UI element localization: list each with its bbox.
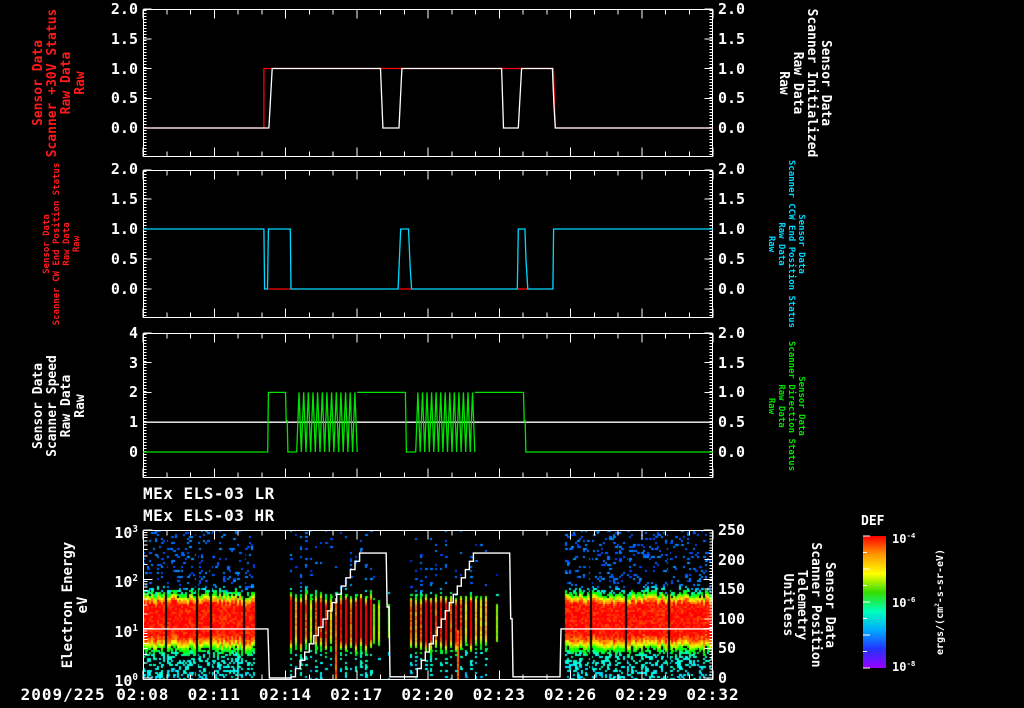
panel-4-right-axis-label-line-2: Telemetry [794,569,809,641]
panel-1-right-axis-label-line-2: Raw Data [790,51,805,115]
panel-3-plot [142,332,714,478]
panel-1-ytick-right-0.0: 0.0 [718,119,746,137]
panel-3-ytick-left-4: 4 [128,323,138,342]
x-axis-label-02:29: 02:29 [615,685,669,704]
panel-2-ytick-right-1.0: 1.0 [718,220,746,238]
panel-3-right-axis-label-line-0: Sensor Data [796,375,806,436]
panel-2-ytick-left-2.0: 2.0 [110,160,138,178]
panel-1-ytick-right-2.0: 2.0 [718,0,746,18]
panel-4-ytick-right-100: 100 [718,609,746,628]
panel-2-ytick-left-0.0: 0.0 [110,280,138,298]
panel-3-ytick-right-1.0: 1.0 [718,383,746,402]
panel-4-ytick-right-50: 50 [718,639,737,658]
panel-3-ytick-left-3: 3 [128,353,138,372]
panel-1-left-axis-label-line-2: Raw Data [59,51,74,115]
panel-4-left-axis-label: Electron Energy eV [60,541,91,669]
panel-3-ytick-right-2.0: 2.0 [718,323,746,342]
panel-1-right-axis-label-line-3: Raw [776,71,791,95]
colorbar-tick--4: 10-4 [892,531,916,546]
panel-4-ytick-10e3: 103 [114,524,138,542]
panel-2-ytick-right-1.5: 1.5 [718,190,746,208]
panel-4-left-axis-label-line-0: Electron Energy [60,541,76,669]
spectrogram-title-lr: MEx ELS-03 LR [143,484,275,503]
panel-1-ytick-left-1.5: 1.5 [110,29,138,48]
panel-1-ytick-left-0.5: 0.5 [110,89,138,108]
panel-1-ytick-right-1.5: 1.5 [718,29,746,48]
panel-2-ytick-right-0.0: 0.0 [718,280,746,298]
panel-3-ytick-left-0: 0 [128,443,138,461]
panel-1-ytick-left-1.0: 1.0 [110,59,138,78]
panel-3-ytick-right-1.5: 1.5 [718,353,746,372]
colorbar-tick--6: 10-6 [892,595,916,610]
x-axis-label-02:23: 02:23 [472,685,526,704]
panel-1-ytick-right-0.5: 0.5 [718,89,746,108]
panel-2-left-axis-label-line-2: Raw Data [62,222,72,266]
panel-1-left-axis-label-line-1: Scanner +30V Status [45,8,60,158]
x-axis-label-02:26: 02:26 [543,685,598,704]
panel-1-ytick-left-0.0: 0.0 [110,119,138,137]
x-axis-label-02:17: 02:17 [330,685,384,704]
panel-3-left-axis-label: Sensor Data Scanner Speed Raw Data Raw [31,354,88,457]
panel-2-left-axis-label: Sensor Data Scanner CW End Position Statu… [42,163,82,326]
panel-2-ytick-left-1.0: 1.0 [110,220,138,238]
panel-1-right-axis-label: Sensor Data Scanner Initialized Raw Data Ra… [776,8,833,158]
x-axis-first-label: 2009/225 02:08 [20,685,170,704]
spectrogram-title-hr: MEx ELS-03 HR [143,506,275,525]
panel-2-right-axis-label-line-1: Scanner CCW End Position Status [786,160,796,328]
panel-3-left-axis-label-line-2: Raw Data [59,374,74,437]
panel-2-ytick-left-1.5: 1.5 [110,190,138,208]
panel-3-left-axis-label-line-1: Scanner Speed [45,354,60,457]
panel-1-right-axis-label-line-1: Scanner Initialized [804,8,819,158]
panel-4-ytick-10e2: 102 [114,573,138,592]
panel-3-ytick-right-0.5: 0.5 [718,413,746,432]
panel-2-ytick-right-0.5: 0.5 [718,250,746,268]
colorbar-ticks [863,535,870,669]
panel-3-left-axis-label-line-0: Sensor Data [31,362,46,449]
panel-2-ytick-left-0.5: 0.5 [110,250,138,268]
panel-3-ytick-left-2: 2 [128,383,138,402]
panel-3-ytick-right-0.0: 0.0 [718,443,746,461]
panel-2-left-axis-label-line-1: Scanner CW End Position Status [52,162,62,326]
colorbar-tick--8: 10-8 [892,659,916,674]
panel-4-spectrogram-frame [142,529,714,680]
panel-2-right-axis-label-line-0: Sensor Data [796,214,806,274]
panel-2-left-axis-label-line-0: Sensor Data [42,214,52,274]
panel-1-ytick-right-1.0: 1.0 [718,59,746,78]
panel-4-ytick-right-0: 0 [718,669,728,687]
panel-1-left-axis-label: Sensor Data Scanner +30V Status Raw Data Ra… [31,8,88,158]
x-axis-label-02:14: 02:14 [258,685,313,704]
panel-4-right-axis-label: Sensor Data Scanner Position Telemetry Unit… [780,542,837,668]
panel-1-plot [142,8,714,157]
colorbar-title: DEF [861,514,885,529]
x-axis-label-02:32: 02:32 [686,685,740,704]
panel-4-left-axis-label-line-1: eV [75,596,91,614]
panel-1-right-axis-label-line-0: Sensor Data [818,39,833,127]
colorbar-unit-label: ergs/(cm2-s-sr-eV) [933,548,947,656]
panel-2-right-axis-label: Sensor Data Scanner CCW End Position Stat… [766,160,806,328]
panel-2-plot [142,169,714,318]
figure-root: MEx ELS-03 LR MEx ELS-03 HR 0.0 0.0 0.5 0.5… [0,0,1024,708]
panel-3-ytick-left-1: 1 [128,413,138,432]
panel-4-right-axis-label-line-3: Unitless [780,573,795,637]
panel-4-right-axis-label-line-1: Scanner Position [808,542,823,668]
panel-4-ytick-right-150: 150 [718,580,746,599]
panel-3-right-axis-label: Sensor Data Scanner Direction Status Raw D… [766,340,806,470]
panel-2-left-axis-label-line-3: Raw [72,235,82,253]
panel-2-ytick-right-2.0: 2.0 [718,160,746,178]
panel-3-right-axis-label-line-1: Scanner Direction Status [786,340,796,471]
panel-1-left-axis-label-line-0: Sensor Data [31,39,46,127]
panel-3-left-axis-label-line-3: Raw [73,393,88,418]
panel-2-right-axis-label-line-3: Raw [766,235,776,253]
panel-1-ytick-left-2.0: 2.0 [110,0,138,18]
panel-1-left-axis-label-line-3: Raw [73,71,88,95]
panel-4-ytick-10e1: 101 [114,622,138,641]
x-axis-label-02:20: 02:20 [401,685,455,704]
panel-2-right-axis-label-line-2: Raw Data [776,222,786,266]
panel-3-right-axis-label-line-3: Raw [766,397,776,414]
panel-4-right-axis-label-line-0: Sensor Data [822,561,837,649]
panel-3-right-axis-label-line-2: Raw Data [776,383,786,428]
x-axis-label-02:11: 02:11 [187,685,241,704]
panel-4-ytick-right-250: 250 [718,521,746,539]
panel-4-ytick-right-200: 200 [718,550,746,569]
